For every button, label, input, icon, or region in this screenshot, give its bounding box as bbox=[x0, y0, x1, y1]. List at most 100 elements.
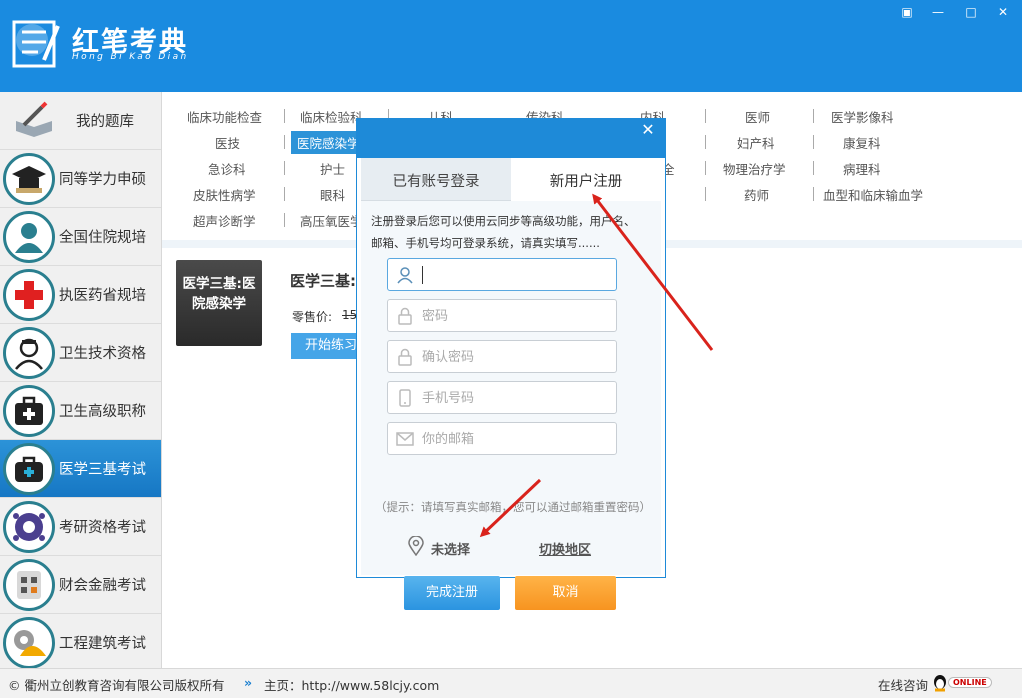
dialog-close-button[interactable]: ✕ bbox=[639, 121, 657, 139]
online-badge[interactable]: ONLINE bbox=[948, 677, 992, 688]
start-practice-button[interactable]: 开始练习 bbox=[291, 333, 361, 359]
sidebar-item-residency[interactable]: 全国住院规培 bbox=[0, 208, 161, 266]
category-item[interactable]: 妇产科 bbox=[737, 133, 775, 152]
category-item[interactable]: 高压氧医学 bbox=[300, 211, 363, 230]
category-divider bbox=[284, 161, 285, 175]
category-divider bbox=[813, 187, 814, 201]
window-close-button[interactable]: ✕ bbox=[994, 4, 1012, 20]
sidebar-item-three-basics[interactable]: 医学三基考试 bbox=[0, 440, 161, 498]
category-divider bbox=[284, 213, 285, 227]
book-title: 医学三基: bbox=[290, 272, 356, 290]
sidebar-item-accounting[interactable]: 财会金融考试 bbox=[0, 556, 161, 614]
lock-icon bbox=[398, 307, 412, 325]
tab-register[interactable]: 新用户注册 bbox=[511, 158, 661, 201]
category-item[interactable]: 临床检验科 bbox=[300, 107, 363, 126]
category-divider bbox=[813, 109, 814, 123]
copyright-text: © 衢州立创教育咨询有限公司版权所有 bbox=[8, 678, 225, 693]
category-item[interactable]: 医师 bbox=[745, 107, 770, 126]
tab-login[interactable]: 已有账号登录 bbox=[361, 158, 511, 201]
category-item-selected[interactable]: 医院感染学 bbox=[291, 131, 366, 154]
category-item[interactable]: 血型和临床输血学 bbox=[823, 185, 923, 204]
price-value: 15 bbox=[342, 308, 358, 322]
gear-people-icon bbox=[3, 500, 55, 553]
register-notice: 注册登录后您可以使用云同步等高级功能，用户名、 邮箱、手机号均可登录系统，请真实… bbox=[371, 210, 656, 254]
user-icon bbox=[397, 267, 413, 284]
book-cover[interactable]: 医学三基:医 院感染学 bbox=[176, 260, 262, 346]
sidebar-item-my-bank[interactable]: 我的题库 bbox=[0, 92, 161, 150]
online-consult-label[interactable]: 在线咨询 bbox=[878, 675, 928, 694]
email-input[interactable] bbox=[422, 429, 607, 449]
location-pin-icon bbox=[408, 536, 424, 556]
sidebar-item-equivalent-degree[interactable]: 同等学力申硕 bbox=[0, 150, 161, 208]
pencil-book-icon bbox=[16, 101, 52, 137]
sidebar-item-label: 全国住院规培 bbox=[59, 230, 146, 246]
category-item[interactable]: 物理治疗学 bbox=[723, 159, 786, 178]
category-divider bbox=[705, 135, 706, 149]
category-item[interactable]: 眼科 bbox=[320, 185, 345, 204]
sidebar-item-health-tech[interactable]: 卫生技术资格 bbox=[0, 324, 161, 382]
region-value: 未选择 bbox=[431, 543, 471, 558]
book-cover-line: 医学三基:医 bbox=[182, 276, 256, 292]
medical-kit-icon bbox=[3, 384, 55, 437]
category-item[interactable]: 药师 bbox=[744, 185, 769, 204]
sidebar-item-label: 医学三基考试 bbox=[59, 462, 146, 478]
qq-penguin-icon[interactable] bbox=[932, 674, 948, 695]
category-item[interactable]: 护士 bbox=[320, 159, 345, 178]
window-minimize-button[interactable]: — bbox=[929, 4, 947, 20]
sidebar: 我的题库 同等学力申硕 全国住院规培 执医药省规培 卫生技术资格 卫生高级职称 bbox=[0, 92, 162, 672]
switch-region-link[interactable]: 切换地区 bbox=[539, 539, 591, 558]
dialog-titlebar: ✕ bbox=[357, 119, 665, 158]
category-divider bbox=[284, 109, 285, 123]
category-item[interactable]: 病理科 bbox=[843, 159, 881, 178]
doctor-icon bbox=[3, 210, 55, 263]
register-notice-line: 注册登录后您可以使用云同步等高级功能，用户名、 bbox=[371, 214, 636, 228]
complete-register-button[interactable]: 完成注册 bbox=[404, 576, 500, 610]
sidebar-item-label: 卫生高级职称 bbox=[59, 404, 146, 420]
sidebar-item-label: 执医药省规培 bbox=[59, 288, 146, 304]
category-item[interactable]: 康复科 bbox=[843, 133, 881, 152]
category-item[interactable]: 超声诊断学 bbox=[193, 211, 256, 230]
price-label: 零售价: bbox=[292, 310, 333, 324]
sidebar-item-label: 财会金融考试 bbox=[59, 578, 146, 594]
sidebar-item-physician-training[interactable]: 执医药省规培 bbox=[0, 266, 161, 324]
app-header: 红笔考典 Hong Bi Kao Dian ▣ — □ ✕ bbox=[0, 0, 1022, 92]
password-field[interactable] bbox=[387, 299, 617, 332]
sidebar-item-label: 卫生技术资格 bbox=[59, 346, 146, 362]
category-item[interactable]: 急诊科 bbox=[208, 159, 246, 178]
sidebar-item-label: 同等学力申硕 bbox=[59, 172, 146, 188]
phone-input[interactable] bbox=[422, 388, 607, 408]
sidebar-item-postgrad[interactable]: 考研资格考试 bbox=[0, 498, 161, 556]
category-item[interactable]: 临床功能检查 bbox=[187, 107, 262, 126]
email-field[interactable] bbox=[387, 422, 617, 455]
category-divider bbox=[284, 135, 285, 149]
category-item[interactable]: 医学影像科 bbox=[831, 107, 894, 126]
username-input[interactable] bbox=[422, 265, 607, 285]
sidebar-item-label: 工程建筑考试 bbox=[59, 636, 146, 652]
window-menu-button[interactable]: ▣ bbox=[898, 4, 916, 20]
confirm-password-field[interactable] bbox=[387, 340, 617, 373]
sidebar-item-senior-title[interactable]: 卫生高级职称 bbox=[0, 382, 161, 440]
category-divider bbox=[705, 187, 706, 201]
helmet-gear-icon bbox=[3, 616, 55, 669]
lock-icon bbox=[398, 348, 412, 366]
window-maximize-button[interactable]: □ bbox=[962, 4, 980, 20]
register-dialog: ✕ 已有账号登录 新用户注册 注册登录后您可以使用云同步等高级功能，用户名、 邮… bbox=[356, 118, 666, 610]
email-hint: （提示：请填写真实邮箱，您可以通过邮箱重置密码） bbox=[375, 500, 651, 514]
book-cover-line: 院感染学 bbox=[192, 296, 246, 312]
password-input[interactable] bbox=[422, 306, 607, 326]
cancel-button[interactable]: 取消 bbox=[515, 576, 616, 610]
sidebar-item-engineering[interactable]: 工程建筑考试 bbox=[0, 614, 161, 672]
app-subtitle: Hong Bi Kao Dian bbox=[72, 52, 189, 62]
category-divider bbox=[705, 109, 706, 123]
phone-field[interactable] bbox=[387, 381, 617, 414]
calculator-icon bbox=[3, 558, 55, 611]
mail-icon bbox=[396, 432, 414, 446]
double-chevron-icon: » bbox=[244, 675, 253, 690]
category-item[interactable]: 皮肤性病学 bbox=[193, 185, 256, 204]
category-item[interactable]: 医技 bbox=[215, 133, 240, 152]
confirm-password-input[interactable] bbox=[422, 347, 607, 367]
homepage-link[interactable]: 主页：http://www.58lcjy.com bbox=[264, 675, 439, 694]
app-logo-icon bbox=[12, 20, 60, 68]
graduation-cap-icon bbox=[3, 152, 55, 205]
username-field[interactable] bbox=[387, 258, 617, 291]
